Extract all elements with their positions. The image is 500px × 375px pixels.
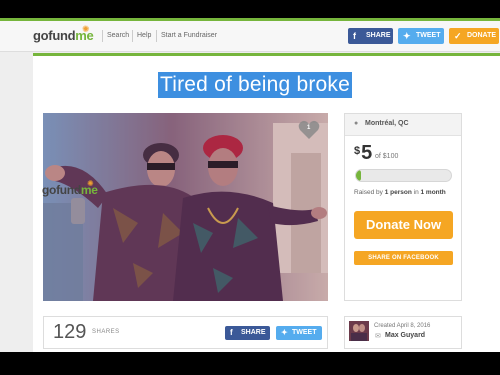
share-on-facebook-button[interactable]: SHARE ON FACEBOOK xyxy=(354,251,453,265)
nav-help-link[interactable]: Help xyxy=(137,32,151,39)
nav-start-fundraiser-link[interactable]: Start a Fundraiser xyxy=(161,32,217,39)
facebook-icon: f xyxy=(353,31,356,41)
goal-amount: of $100 xyxy=(375,153,399,160)
campaign-location: Montréal, QC xyxy=(365,120,409,127)
share-count: 129 xyxy=(53,321,87,343)
checkmark-icon: ✓ xyxy=(454,31,462,41)
currency-symbol: $ xyxy=(354,145,361,157)
location-bar: ● Montréal, QC xyxy=(345,114,461,136)
letterbox-top xyxy=(0,0,500,18)
share-count-label: SHARES xyxy=(92,329,120,335)
nav-divider xyxy=(102,30,103,42)
twitter-icon: ✦ xyxy=(403,31,411,41)
nav-search-link[interactable]: Search xyxy=(107,32,129,39)
tweet-button[interactable]: ✦ TWEET xyxy=(276,326,322,340)
facebook-icon: f xyxy=(230,328,233,337)
nav-divider xyxy=(132,30,133,42)
campaign-photo-image xyxy=(43,113,328,301)
twitter-icon: ✦ xyxy=(281,328,288,337)
mail-icon[interactable]: ✉ xyxy=(375,332,381,340)
progress-fill xyxy=(356,170,361,181)
page: gofundme ✺ Search Help Start a Fundraise… xyxy=(0,18,500,352)
facebook-share-button[interactable]: f SHARE xyxy=(225,326,270,340)
shares-bar: 129 SHARES f SHARE ✦ TWEET xyxy=(43,316,328,349)
sun-logo-icon: ✺ xyxy=(82,24,90,34)
sun-logo-icon: ✺ xyxy=(87,179,94,188)
raised-amount: $5 xyxy=(354,142,373,164)
heart-count: 1 xyxy=(307,125,311,131)
donate-now-button[interactable]: Donate Now xyxy=(354,211,453,239)
nav-divider xyxy=(156,30,157,42)
header-tweet-button[interactable]: ✦ TWEET xyxy=(398,28,444,44)
creator-card: Created April 8, 2016 ✉ Max Guyard xyxy=(344,316,462,349)
header-share-button[interactable]: f SHARE xyxy=(348,28,393,44)
raised-summary: Raised by 1 person in 1 month xyxy=(354,189,446,196)
avatar[interactable] xyxy=(349,321,369,341)
heart-icon[interactable]: 1 xyxy=(298,120,320,140)
progress-bar xyxy=(355,169,452,182)
letterbox-bottom xyxy=(0,352,500,375)
donation-widget: ● Montréal, QC $5 of $100 Raised by 1 pe… xyxy=(344,113,462,301)
created-date: Created April 8, 2016 xyxy=(374,323,431,329)
creator-name[interactable]: Max Guyard xyxy=(385,332,425,339)
site-header: gofundme ✺ Search Help Start a Fundraise… xyxy=(0,18,500,52)
location-pin-icon: ● xyxy=(354,120,359,127)
campaign-photo xyxy=(43,113,328,301)
header-donate-button[interactable]: ✓ DONATE xyxy=(449,28,499,44)
campaign-title: Tired of being broke xyxy=(158,72,352,98)
